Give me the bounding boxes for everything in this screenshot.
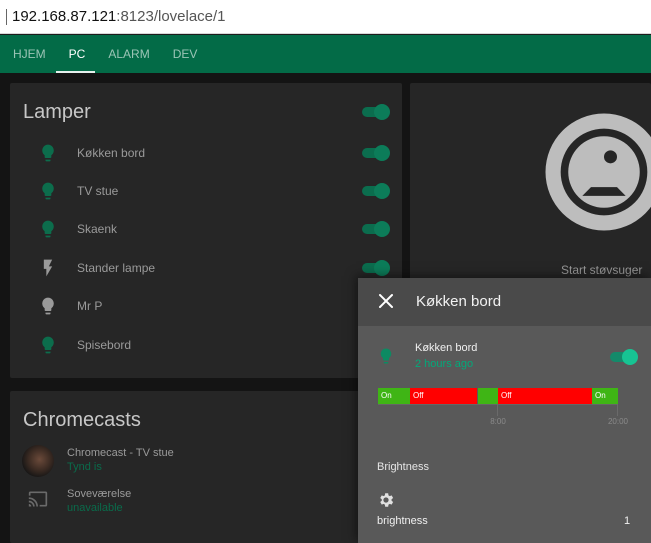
chromecast-status: Tynd is: [67, 461, 102, 473]
chromecasts-card: Chromecasts Chromecast - TV stue Tynd is…: [10, 391, 402, 543]
lamper-card: Lamper Køkken bord TV stue Skaenk Stande…: [10, 83, 402, 378]
bulb-icon: [42, 220, 54, 238]
dialog-title: Køkken bord: [416, 293, 502, 310]
timeline-tick-label: 20:00: [607, 417, 629, 426]
list-item[interactable]: Soveværelse unavailable: [10, 483, 402, 523]
timeline-segment[interactable]: On: [378, 388, 410, 404]
tab-pc[interactable]: PC: [55, 35, 96, 73]
chromecasts-title: Chromecasts: [23, 409, 141, 431]
chromecast-name: Chromecast - TV stue: [67, 447, 174, 459]
url-text[interactable]: 192.168.87.121:8123/lovelace/1: [12, 8, 226, 25]
lamp-toggle[interactable]: [360, 145, 390, 161]
chromecast-status: unavailable: [67, 502, 123, 514]
dialog-header: Køkken bord: [358, 278, 651, 326]
app-header: HJEM PC ALARM DEV: [0, 35, 651, 73]
lamp-label: Skaenk: [77, 222, 118, 236]
brightness-heading: Brightness: [377, 461, 429, 473]
avatar: [22, 445, 54, 477]
list-item[interactable]: Køkken bord: [10, 134, 402, 172]
lamp-label: Køkken bord: [77, 146, 146, 160]
timeline-tick: [617, 404, 618, 416]
list-item[interactable]: Spisebord: [10, 326, 402, 364]
lamp-toggle[interactable]: [360, 260, 390, 276]
bulb-icon: [42, 297, 54, 315]
tab-dev[interactable]: DEV: [160, 35, 208, 73]
timeline-segment[interactable]: [478, 388, 498, 404]
tab-alarm[interactable]: ALARM: [95, 35, 159, 73]
timeline-tick-label: 8:00: [490, 417, 506, 426]
lamp-toggle[interactable]: [360, 183, 390, 199]
gear-icon: [380, 493, 394, 507]
list-item[interactable]: TV stue: [10, 172, 402, 210]
list-item[interactable]: Skaenk: [10, 210, 402, 248]
url-path: :8123/lovelace/1: [116, 8, 226, 25]
bulb-icon: [380, 348, 392, 364]
entity-name: Køkken bord: [415, 342, 478, 354]
chromecast-name: Soveværelse: [67, 488, 132, 500]
close-icon[interactable]: [378, 293, 394, 309]
bulb-icon: [42, 144, 54, 162]
cast-icon: [28, 491, 48, 507]
flash-icon: [43, 259, 53, 277]
lamp-toggle[interactable]: [360, 221, 390, 237]
timeline-segment[interactable]: Off: [410, 388, 477, 404]
timeline-tick: [497, 404, 498, 416]
brightness-attribute-value: 1: [624, 515, 631, 527]
url-host: 192.168.87.121: [12, 8, 117, 25]
list-item[interactable]: Mr P: [10, 287, 402, 325]
lamp-label: Stander lampe: [77, 261, 156, 275]
vacuum-start-label[interactable]: Start støvsuger: [561, 263, 642, 277]
history-timeline[interactable]: On Off Off On: [378, 388, 618, 404]
lamp-label: Spisebord: [77, 338, 132, 352]
bulb-icon: [42, 182, 54, 200]
robot-vacuum-icon[interactable]: [539, 107, 651, 237]
timeline-segment[interactable]: On: [592, 388, 618, 404]
lamper-title: Lamper: [23, 101, 91, 123]
brightness-attribute-label: brightness: [377, 515, 428, 527]
browser-url-bar[interactable]: 192.168.87.121:8123/lovelace/1: [0, 0, 651, 34]
list-item[interactable]: Chromecast - TV stue Tynd is: [10, 443, 402, 483]
list-item[interactable]: Stander lampe: [10, 249, 402, 287]
timeline-axis: [378, 404, 618, 405]
entity-toggle[interactable]: [608, 349, 638, 365]
lamp-label: TV stue: [77, 184, 119, 198]
view-tabs: HJEM PC ALARM DEV: [0, 35, 207, 73]
timeline-segment[interactable]: Off: [498, 388, 592, 404]
text-caret: [6, 9, 7, 25]
tab-hjem[interactable]: HJEM: [0, 35, 56, 73]
entity-last-changed: 2 hours ago: [415, 358, 474, 370]
lamper-master-toggle[interactable]: [360, 104, 390, 120]
bulb-icon: [42, 336, 54, 354]
more-info-dialog: Køkken bord Køkken bord 2 hours ago On Of…: [358, 278, 651, 543]
lamp-label: Mr P: [77, 299, 103, 313]
